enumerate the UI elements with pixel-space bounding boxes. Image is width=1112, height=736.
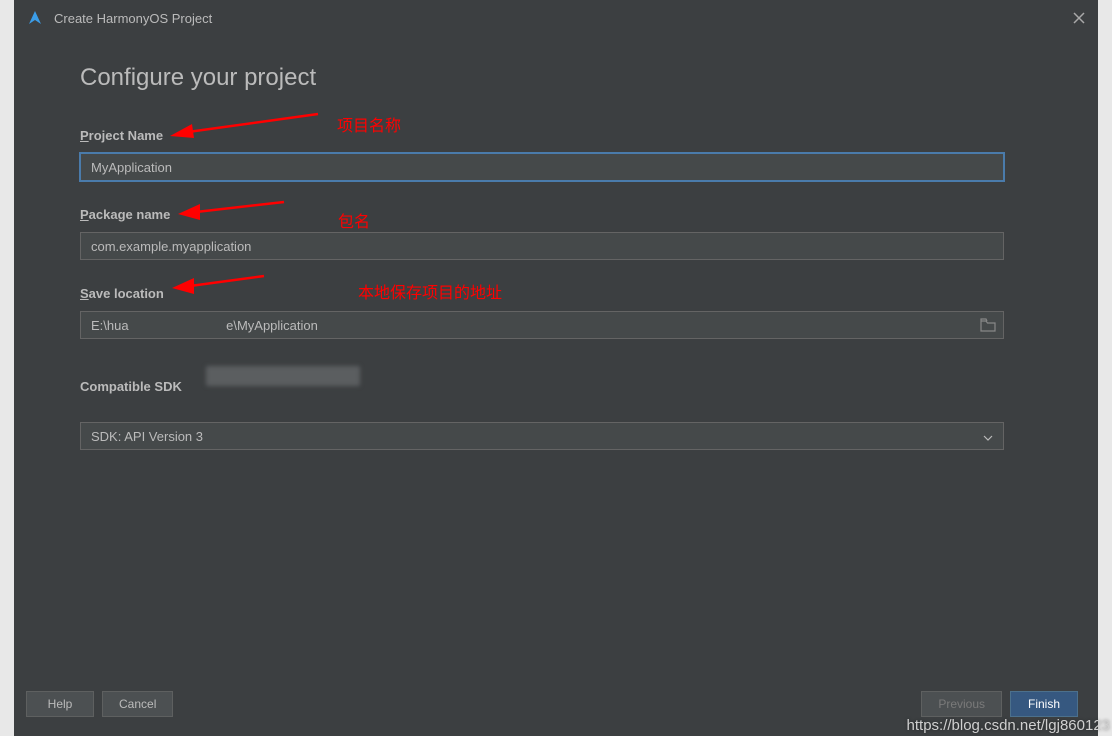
package-name-label: Package name [80,207,1004,222]
save-location-input[interactable] [80,311,1004,339]
left-edge-strip [0,0,14,736]
right-edge-strip [1098,0,1112,736]
project-name-label: Project Name [80,128,1004,143]
close-icon[interactable] [1072,11,1086,25]
compatible-sdk-label: Compatible SDK [80,379,1004,394]
field-project-name: Project Name [80,128,1004,181]
page-title: Configure your project [80,64,1004,92]
watermark: https://blog.csdn.net/lgj860123 [907,717,1110,734]
content-area: Configure your project Project Name Pack… [80,64,1004,476]
window-title: Create HarmonyOS Project [54,11,1072,26]
field-package-name: Package name [80,207,1004,260]
compatible-sdk-select[interactable]: SDK: API Version 3 [80,422,1004,450]
field-compatible-sdk: Compatible SDK SDK: API Version 3 [80,379,1004,450]
titlebar: Create HarmonyOS Project [14,0,1098,36]
browse-folder-icon[interactable] [980,318,996,332]
previous-button[interactable]: Previous [921,691,1002,717]
field-save-location: Save location [80,286,1004,339]
project-name-input[interactable] [80,153,1004,181]
compatible-sdk-value: SDK: API Version 3 [91,429,203,444]
finish-button[interactable]: Finish [1010,691,1078,717]
chevron-down-icon [983,431,993,441]
app-icon [26,9,44,27]
save-location-label: Save location [80,286,1004,301]
help-button[interactable]: Help [26,691,94,717]
package-name-input[interactable] [80,232,1004,260]
cancel-button[interactable]: Cancel [102,691,173,717]
